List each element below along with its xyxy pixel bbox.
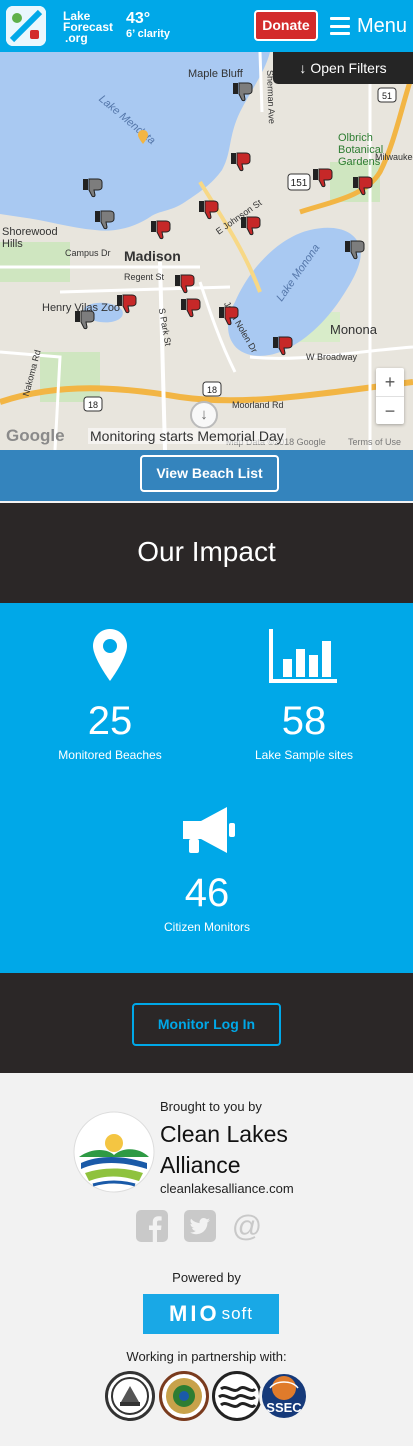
miosoft-logo[interactable]: MIO soft [143, 1294, 279, 1334]
brought-to-you-by: Brought to you by [160, 1099, 262, 1114]
footer: Brought to you by Clean Lakes Alliance c… [0, 1073, 413, 1446]
top-bar: Lake Forecast .org 43° 6’ clarity Donate… [0, 0, 413, 52]
impact-header: Our Impact [0, 503, 413, 603]
road-moorland-rd: Moorland Rd [232, 400, 284, 410]
menu-button[interactable]: Menu [330, 12, 407, 40]
miosoft-logo-light: soft [221, 1304, 253, 1323]
road-milwaukee: Milwaukee [375, 152, 413, 162]
stat-citizen-monitors: 46 Citizen Monitors [137, 803, 277, 934]
county-of-dane-seal[interactable] [159, 1371, 209, 1421]
svg-text:18: 18 [207, 385, 217, 395]
place-madison: Madison [124, 248, 181, 264]
road-regent-st: Regent St [124, 272, 165, 282]
google-logo[interactable]: Google [6, 426, 65, 446]
clean-lakes-alliance-url[interactable]: cleanlakesalliance.com [160, 1181, 294, 1196]
road-w-broadway: W Broadway [306, 352, 358, 362]
svg-text:151: 151 [291, 178, 308, 189]
open-filters-button[interactable]: ↓ Open Filters [273, 52, 413, 84]
twitter-icon[interactable] [184, 1210, 216, 1242]
open-filters-label: Open Filters [310, 60, 387, 76]
megaphone-icon [183, 807, 235, 853]
donate-button[interactable]: Donate [254, 10, 318, 41]
temperature-readout: 43° [126, 10, 151, 27]
route-shield-18a: 18 [83, 396, 103, 412]
clean-lakes-alliance-name[interactable]: Clean Lakes Alliance [160, 1119, 320, 1181]
place-olbrich-gardens: Olbrich Botanical Gardens [338, 132, 384, 168]
monitor-login-strip: Monitor Log In [0, 973, 413, 1073]
monitoring-note: Monitoring starts Memorial Day [88, 428, 286, 444]
impact-stats: 25 Monitored Beaches 58 Lake Sample site… [0, 603, 413, 973]
clean-lakes-alliance-logo[interactable] [73, 1111, 155, 1193]
svg-text:51: 51 [382, 91, 392, 101]
miosoft-logo-bold: MIO [169, 1301, 220, 1326]
view-beach-list-button[interactable]: View Beach List [140, 455, 279, 492]
ssec-seal[interactable]: SSEC [259, 1371, 309, 1421]
scroll-down-icon[interactable]: ↓ [190, 401, 218, 429]
map-pin-icon [93, 629, 127, 681]
place-shorewood-hills: Shorewood Hills [2, 226, 58, 250]
facebook-icon[interactable] [136, 1210, 168, 1242]
stat-value: 58 [281, 699, 327, 743]
stat-lake-sample-sites: 58 Lake Sample sites [234, 629, 374, 762]
route-shield-51: 51 [377, 87, 397, 103]
stat-value: 46 [184, 871, 230, 915]
stat-label: Monitored Beaches [58, 748, 162, 762]
partnership-label: Working in partnership with: [126, 1349, 287, 1364]
powered-by-label: Powered by [172, 1270, 241, 1285]
road-campus-dr: Campus Dr [65, 248, 111, 258]
stat-label: Lake Sample sites [254, 748, 354, 762]
place-maple-bluff: Maple Bluff [188, 68, 243, 80]
svg-text:18: 18 [88, 400, 98, 410]
impact-title: Our Impact [137, 536, 276, 567]
water-waves-seal[interactable] [212, 1371, 262, 1421]
menu-label: Menu [357, 14, 408, 37]
route-shield-18b: 18 [202, 381, 222, 397]
route-shield-151: 151 [287, 173, 311, 191]
svg-text:@: @ [232, 1210, 262, 1242]
place-monona: Monona [330, 322, 377, 337]
logo-line-org: .org [65, 31, 88, 45]
beach-list-strip: View Beach List [0, 450, 413, 501]
monitor-login-button[interactable]: Monitor Log In [132, 1003, 281, 1046]
logo-wordmark[interactable]: Lake Forecast .org [63, 10, 113, 45]
bar-chart-icon [269, 629, 337, 683]
stat-value: 25 [87, 699, 133, 743]
stat-monitored-beaches: 25 Monitored Beaches [40, 629, 180, 762]
clarity-readout: 6’ clarity [126, 28, 171, 40]
email-at-icon[interactable]: @ [231, 1210, 263, 1243]
stat-label: Citizen Monitors [163, 920, 251, 934]
zoom-in-button[interactable]: + [376, 368, 404, 396]
beach-map[interactable]: 151 18 18 51 Maple Bluff Lake Mendota Ol… [0, 52, 413, 450]
arrow-down-icon: ↓ [299, 60, 307, 76]
svg-text:SSEC: SSEC [266, 1400, 302, 1415]
zoom-controls: + − [376, 368, 404, 424]
hamburger-icon [330, 17, 350, 35]
city-of-madison-seal[interactable] [105, 1371, 155, 1421]
terms-of-use-link[interactable]: Terms of Use [348, 437, 401, 447]
zoom-out-button[interactable]: − [376, 396, 404, 424]
lake-forecast-logo[interactable] [6, 6, 46, 46]
